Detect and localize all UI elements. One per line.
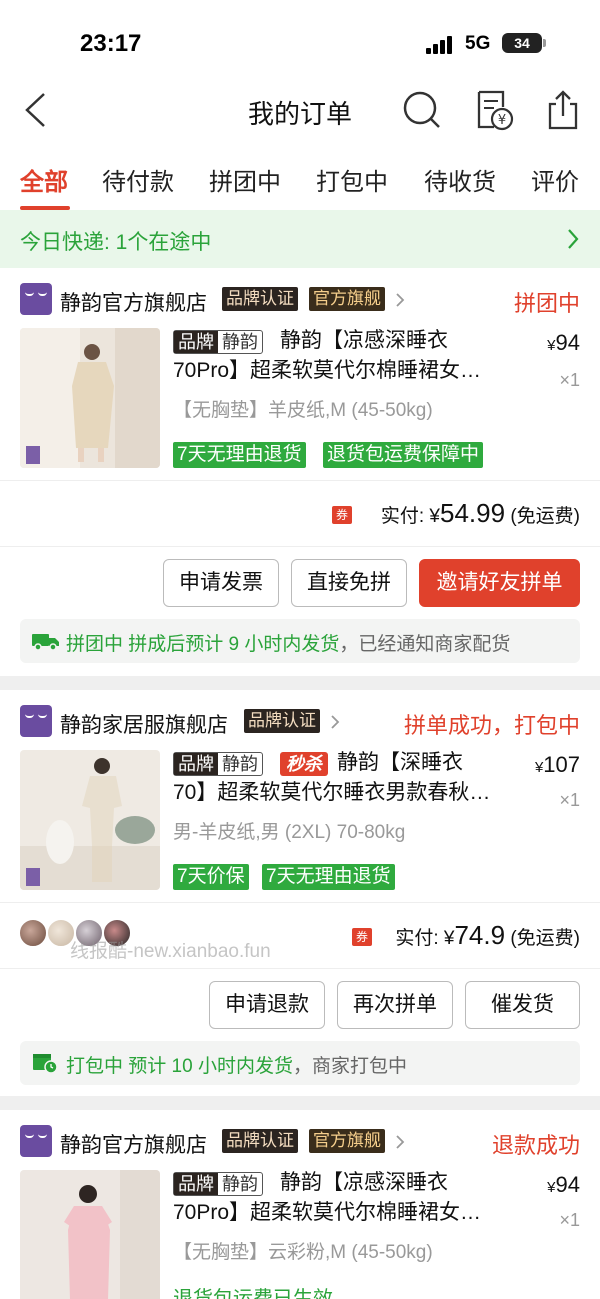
nav-bar: 我的订单 ¥ [0, 80, 600, 144]
signal-icon [426, 36, 458, 54]
product-quantity: ×1 [559, 790, 580, 810]
store-name[interactable]: 静韵家居服旗舰店 [60, 709, 228, 739]
product-image[interactable] [20, 750, 160, 890]
paid-amount: 实付: ¥54.99 (免运费) [380, 498, 580, 528]
coupon-icon: 券 [332, 506, 352, 524]
divider [0, 902, 600, 903]
brand-tag: 品牌 静韵 [173, 1172, 263, 1196]
official-flagship-badge: 官方旗舰 [309, 1129, 385, 1153]
shipping-notice[interactable]: 打包中 预计 10 小时内发货，商家打包中 [20, 1041, 580, 1085]
service-tag: 7天价保 [173, 864, 249, 890]
service-tag: 7天无理由退货 [262, 864, 395, 890]
tab-to-receive[interactable]: 待收货 [424, 162, 496, 197]
service-tag: 退货包运费已生效 [173, 1288, 333, 1299]
share-icon[interactable] [546, 88, 580, 130]
chevron-right-icon [396, 1135, 405, 1149]
urge-shipping-button[interactable]: 催发货 [465, 981, 580, 1029]
order-status: 拼团中 [513, 291, 580, 316]
order-tabs: 全部 待付款 拼团中 打包中 待收货 评价 [0, 144, 600, 210]
tab-pending-payment[interactable]: 待付款 [102, 162, 174, 197]
product-title-line2[interactable]: 70Pro】超柔软莫代尔棉睡裙女… [173, 356, 481, 386]
product-image[interactable] [20, 1170, 160, 1299]
chevron-right-icon [331, 715, 340, 729]
invite-friends-button[interactable]: 邀请好友拼单 [419, 559, 580, 607]
store-logo [20, 705, 52, 737]
status-time: 23:17 [80, 30, 142, 57]
avatar [18, 918, 48, 948]
package-clock-icon [33, 1054, 58, 1074]
order-status: 拼单成功，打包中 [403, 713, 580, 738]
watermark: 线报酷-new.xianbao.fun [70, 941, 271, 962]
brand-tag: 品牌 静韵 [173, 752, 263, 776]
brand-certified-badge: 品牌认证 [222, 1129, 298, 1153]
store-logo [20, 283, 52, 315]
store-name[interactable]: 静韵官方旗舰店 [60, 287, 207, 317]
divider [0, 480, 600, 481]
product-sku: 男-羊皮纸,男 (2XL) 70-80kg [173, 822, 406, 843]
tab-review[interactable]: 评价 [531, 162, 579, 197]
product-title-line2[interactable]: 70Pro】超柔软莫代尔棉睡裙女… [173, 1198, 481, 1228]
shipping-notice[interactable]: 拼团中 拼成后预计 9 小时内发货，已经通知商家配货 [20, 619, 580, 663]
divider [0, 546, 600, 547]
skip-group-button[interactable]: 直接免拼 [291, 559, 407, 607]
chevron-right-icon [396, 293, 405, 307]
flash-sale-tag: 秒杀 [280, 752, 328, 776]
product-title-line1[interactable]: 静韵【深睡衣 [337, 748, 463, 778]
brand-certified-badge: 品牌认证 [222, 287, 298, 311]
paid-amount: 实付: ¥74.9 (免运费) [395, 920, 580, 950]
service-tag: 退货包运费保障中 [323, 442, 484, 468]
official-flagship-badge: 官方旗舰 [309, 287, 385, 311]
status-bar: 23:17 5G 34 [0, 0, 600, 80]
express-banner[interactable]: 今日快递: 1个在途中 [0, 210, 600, 268]
tab-packing[interactable]: 打包中 [316, 162, 388, 197]
reorder-group-button[interactable]: 再次拼单 [337, 981, 453, 1029]
store-logo [20, 1125, 52, 1157]
shipping-notice-text: 打包中 预计 10 小时内发货，商家打包中 [66, 1056, 407, 1077]
product-price: ¥94 [547, 330, 580, 355]
product-title-line1[interactable]: 静韵【凉感深睡衣 [280, 326, 448, 356]
order-card: 静韵官方旗舰店 品牌认证 官方旗舰 拼团中 品牌 静韵 静韵【凉感深睡衣 70Pr… [0, 268, 600, 676]
product-sku: 【无胸垫】羊皮纸,M (45-50kg) [173, 400, 433, 421]
shipping-notice-text: 拼团中 拼成后预计 9 小时内发货，已经通知商家配货 [66, 634, 511, 655]
battery-cap [543, 39, 546, 47]
chevron-right-icon [568, 229, 579, 249]
brand-certified-badge: 品牌认证 [244, 709, 320, 733]
search-icon[interactable] [402, 90, 442, 130]
product-title-line2[interactable]: 70】超柔软莫代尔睡衣男款春秋… [173, 778, 490, 808]
product-title-line1[interactable]: 静韵【凉感深睡衣 [280, 1168, 448, 1198]
service-tag: 7天无理由退货 [173, 442, 306, 468]
coupon-icon: 券 [352, 928, 372, 946]
request-invoice-button[interactable]: 申请发票 [163, 559, 279, 607]
tab-all[interactable]: 全部 [20, 162, 68, 197]
truck-icon [32, 634, 59, 651]
brand-tag: 品牌 静韵 [173, 330, 263, 354]
product-quantity: ×1 [559, 1210, 580, 1230]
product-quantity: ×1 [559, 370, 580, 390]
tab-group-buying[interactable]: 拼团中 [209, 162, 281, 197]
store-name[interactable]: 静韵官方旗舰店 [60, 1129, 207, 1159]
battery-icon: 34 [502, 33, 542, 53]
invoice-icon[interactable]: ¥ [474, 89, 514, 131]
order-card: 静韵官方旗舰店 品牌认证 官方旗舰 退款成功 品牌 静韵 静韵【凉感深睡衣 70P… [0, 1110, 600, 1299]
product-price: ¥107 [534, 752, 580, 777]
product-image[interactable] [20, 328, 160, 468]
product-price: ¥94 [547, 1172, 580, 1197]
divider [0, 968, 600, 969]
svg-text:¥: ¥ [498, 113, 506, 128]
request-refund-button[interactable]: 申请退款 [209, 981, 325, 1029]
network-type: 5G [465, 33, 491, 54]
product-sku: 【无胸垫】云彩粉,M (45-50kg) [173, 1242, 433, 1263]
express-text: 今日快递: 1个在途中 [20, 231, 212, 254]
order-card: 静韵家居服旗舰店 品牌认证 拼单成功，打包中 品牌 静韵 秒杀 静韵【深睡衣 70… [0, 690, 600, 1096]
order-status: 退款成功 [491, 1133, 580, 1158]
